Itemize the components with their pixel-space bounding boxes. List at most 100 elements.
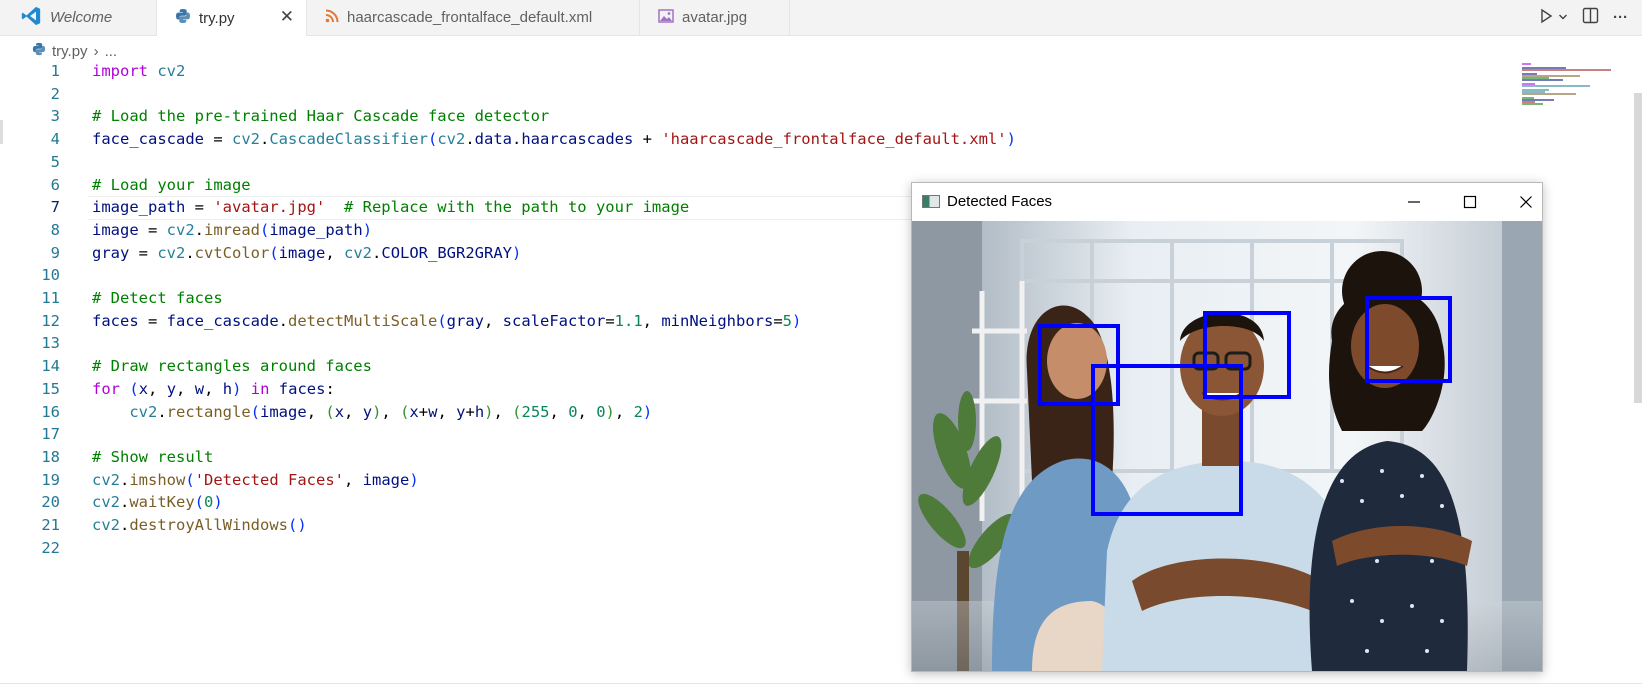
code-token: w [194,379,205,398]
run-icon[interactable] [1538,8,1554,28]
code-line[interactable]: 3 # Load the pre-trained Haar Cascade fac… [0,105,1500,128]
maximize-icon[interactable] [1452,189,1488,215]
code-token: ) [605,402,615,421]
code-token: , [344,402,363,421]
code-line[interactable]: 1 import cv2 [0,60,1500,83]
minimap[interactable] [1522,63,1622,108]
code-text: # Draw rectangles around faces [92,355,372,378]
code-token: = [138,311,167,330]
code-token: waitKey [129,493,195,512]
minimap-line [1522,63,1531,65]
rss-xml-file-icon [325,9,339,27]
line-number: 20 [41,493,60,512]
code-text: # Load your image [92,174,251,197]
line-number: 7 [50,198,60,217]
code-token: 5 [782,311,792,330]
code-token: 0 [568,402,578,421]
close-icon[interactable] [1508,189,1544,215]
code-token: face_cascade [166,311,279,330]
code-token: destroyAllWindows [129,516,288,534]
code-token: = [138,220,167,239]
minimap-line [1522,93,1576,95]
vertical-scrollbar[interactable] [1634,93,1642,403]
tab-haarcascade-xml[interactable]: haarcascade_frontalface_default.xml [307,0,640,35]
code-token: 'Detected Faces' [194,470,344,489]
code-token: # Draw rectangles around faces [92,357,372,376]
code-token: : [325,379,335,398]
editor-actions: ··· [1538,0,1642,35]
code-token: minNeighbors [661,311,774,330]
code-token: # Load your image [92,175,251,194]
code-token: in [250,379,270,398]
more-icon[interactable]: ··· [1613,9,1628,26]
code-token: 'haarcascade_frontalface_default.xml' [661,130,1007,149]
opencv-window[interactable]: Detected Faces [911,182,1543,672]
breadcrumb-symbols[interactable]: ... [105,43,118,60]
tab-avatar-jpg[interactable]: avatar.jpg [640,0,790,35]
code-token: y [362,402,373,421]
code-token: cvtColor [194,243,270,262]
code-token: image_path [92,198,186,217]
code-text: # Load the pre-trained Haar Cascade face… [92,105,549,128]
code-token: , [642,311,662,330]
tab-label: haarcascade_frontalface_default.xml [347,9,593,26]
code-token: image [278,243,326,262]
breadcrumb-file[interactable]: try.py [52,43,88,60]
code-token: . [185,243,195,262]
code-token: detectMultiScale [288,311,438,330]
line-number: 18 [41,447,60,466]
split-editor-icon[interactable] [1582,7,1599,28]
line-number: 17 [41,425,60,444]
window-titlebar[interactable]: Detected Faces [912,183,1542,221]
code-line[interactable]: 4 face_cascade = cv2.CascadeClassifier(cv… [0,128,1500,151]
code-token: , [204,379,223,398]
code-token: + [465,402,475,421]
code-token: ) [512,243,522,262]
code-token: , [493,402,513,421]
code-token: # Replace with the path to your image [343,198,690,217]
line-number: 2 [50,84,60,103]
code-token: faces [92,311,139,330]
tab-welcome[interactable]: Welcome [0,0,157,35]
code-text: cv2.rectangle(image, (x, y), (x+w, y+h),… [92,401,652,424]
line-number: 22 [41,538,60,557]
code-token: faces [278,379,326,398]
code-token: . [259,130,270,149]
code-token: ) [409,470,419,489]
tab-try-py[interactable]: try.py ✕ [157,0,307,36]
code-token: , [344,470,363,489]
code-token: x [334,402,345,421]
code-token: 2 [633,402,643,421]
line-number: 10 [41,266,60,285]
code-token: . [157,402,167,421]
code-text: faces = face_cascade.detectMultiScale(gr… [92,310,801,333]
code-token: , [437,402,457,421]
code-line[interactable]: 5 [0,151,1500,174]
code-token: cv2 [344,243,373,262]
code-token: . [120,470,130,489]
code-text: for (x, y, w, h) in faces: [92,378,335,401]
line-number: 4 [50,130,60,149]
code-token: ) [213,493,223,512]
code-token: ( [269,243,279,262]
code-token: = [203,130,232,149]
code-token: 0 [596,402,606,421]
close-icon[interactable]: ✕ [280,8,294,26]
code-token: ( [129,379,139,398]
code-token: , [614,402,634,421]
code-token: . [120,493,130,512]
chevron-down-icon[interactable] [1558,9,1568,26]
panel-divider [0,683,1642,684]
code-token: ) [792,311,802,330]
code-token: # Detect faces [92,289,223,307]
minimize-icon[interactable] [1396,189,1432,215]
code-text: gray = cv2.cvtColor(image, cv2.COLOR_BGR… [92,242,521,265]
line-number: 9 [50,243,60,262]
code-line[interactable]: 2 [0,83,1500,106]
